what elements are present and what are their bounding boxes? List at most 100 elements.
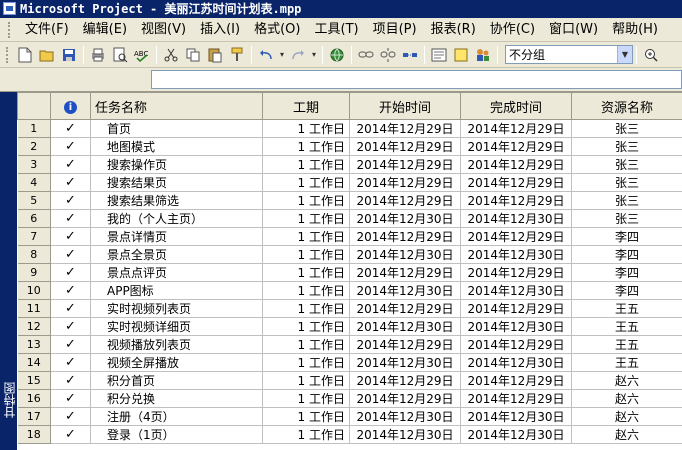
menu-item-9[interactable]: 窗口(W)	[542, 19, 605, 41]
task-name-cell[interactable]: 积分首页	[90, 371, 263, 390]
start-date-cell[interactable]: 2014年12月29日	[349, 137, 461, 156]
finish-date-cell[interactable]: 2014年12月29日	[460, 299, 572, 318]
row-number[interactable]: 11	[17, 299, 51, 318]
finish-date-cell[interactable]: 2014年12月30日	[460, 281, 572, 300]
duration-cell[interactable]: 1 工作日	[262, 299, 350, 318]
task-name-cell[interactable]: 注册（4页）	[90, 407, 263, 426]
table-row[interactable]: 8 ✓ 景点全景页 1 工作日 2014年12月30日 2014年12月30日 李四	[17, 245, 682, 264]
duration-cell[interactable]: 1 工作日	[262, 227, 350, 246]
finish-date-cell[interactable]: 2014年12月29日	[460, 335, 572, 354]
table-row[interactable]: 14 ✓ 视频全屏播放 1 工作日 2014年12月30日 2014年12月30日 王五	[17, 353, 682, 372]
print-icon[interactable]	[88, 45, 108, 65]
task-name-cell[interactable]: APP图标	[90, 281, 263, 300]
duration-cell[interactable]: 1 工作日	[262, 191, 350, 210]
finish-date-cell[interactable]: 2014年12月29日	[460, 263, 572, 282]
finish-date-cell[interactable]: 2014年12月30日	[460, 353, 572, 372]
table-row[interactable]: 18 ✓ 登录（1页） 1 工作日 2014年12月30日 2014年12月30日 赵六	[17, 425, 682, 444]
task-name-cell[interactable]: 我的（个人主页）	[90, 209, 263, 228]
start-date-cell[interactable]: 2014年12月30日	[349, 353, 461, 372]
start-date-cell[interactable]: 2014年12月29日	[349, 227, 461, 246]
resource-cell[interactable]: 张三	[571, 173, 682, 192]
table-row[interactable]: 10 ✓ APP图标 1 工作日 2014年12月30日 2014年12月30日 李四	[17, 281, 682, 300]
resource-cell[interactable]: 赵六	[571, 407, 682, 426]
table-row[interactable]: 4 ✓ 搜索结果页 1 工作日 2014年12月29日 2014年12月29日 张三	[17, 173, 682, 192]
table-row[interactable]: 7 ✓ 景点详情页 1 工作日 2014年12月29日 2014年12月29日 李四	[17, 227, 682, 246]
row-number[interactable]: 6	[17, 209, 51, 228]
paste-icon[interactable]	[205, 45, 225, 65]
finish-date-cell[interactable]: 2014年12月30日	[460, 245, 572, 264]
resource-cell[interactable]: 赵六	[571, 389, 682, 408]
column-header-resource[interactable]: 资源名称	[571, 92, 682, 120]
view-bar[interactable]: 甘特图	[0, 92, 17, 450]
task-name-cell[interactable]: 搜索结果筛选	[90, 191, 263, 210]
menu-item-5[interactable]: 工具(T)	[307, 19, 365, 41]
row-number[interactable]: 5	[17, 191, 51, 210]
split-task-icon[interactable]	[400, 45, 420, 65]
finish-date-cell[interactable]: 2014年12月29日	[460, 227, 572, 246]
open-folder-icon[interactable]	[37, 45, 57, 65]
format-painter-icon[interactable]	[227, 45, 247, 65]
duration-cell[interactable]: 1 工作日	[262, 173, 350, 192]
table-row[interactable]: 13 ✓ 视频播放列表页 1 工作日 2014年12月29日 2014年12月29日 王五	[17, 335, 682, 354]
task-notes-icon[interactable]	[451, 45, 471, 65]
duration-cell[interactable]: 1 工作日	[262, 263, 350, 282]
resource-cell[interactable]: 王五	[571, 299, 682, 318]
table-row[interactable]: 6 ✓ 我的（个人主页） 1 工作日 2014年12月30日 2014年12月30日 张三	[17, 209, 682, 228]
task-name-cell[interactable]: 景点点评页	[90, 263, 263, 282]
menubar-grip[interactable]	[8, 21, 12, 38]
duration-cell[interactable]: 1 工作日	[262, 245, 350, 264]
row-number[interactable]: 2	[17, 137, 51, 156]
resource-cell[interactable]: 王五	[571, 317, 682, 336]
table-row[interactable]: 1 ✓ 首页 1 工作日 2014年12月29日 2014年12月29日 张三	[17, 119, 682, 138]
print-preview-icon[interactable]	[110, 45, 130, 65]
undo-icon[interactable]	[256, 45, 276, 65]
table-row[interactable]: 15 ✓ 积分首页 1 工作日 2014年12月29日 2014年12月29日 赵六	[17, 371, 682, 390]
row-number[interactable]: 1	[17, 119, 51, 138]
task-information-icon[interactable]	[429, 45, 449, 65]
start-date-cell[interactable]: 2014年12月29日	[349, 173, 461, 192]
table-row[interactable]: 2 ✓ 地图模式 1 工作日 2014年12月29日 2014年12月29日 张三	[17, 137, 682, 156]
duration-cell[interactable]: 1 工作日	[262, 137, 350, 156]
start-date-cell[interactable]: 2014年12月29日	[349, 389, 461, 408]
finish-date-cell[interactable]: 2014年12月29日	[460, 173, 572, 192]
start-date-cell[interactable]: 2014年12月29日	[349, 335, 461, 354]
resource-cell[interactable]: 李四	[571, 227, 682, 246]
start-date-cell[interactable]: 2014年12月30日	[349, 245, 461, 264]
column-header-finish[interactable]: 完成时间	[460, 92, 572, 120]
task-name-cell[interactable]: 登录（1页）	[90, 425, 263, 444]
spell-check-icon[interactable]: ABC	[132, 45, 152, 65]
link-tasks-icon[interactable]	[356, 45, 376, 65]
start-date-cell[interactable]: 2014年12月30日	[349, 317, 461, 336]
duration-cell[interactable]: 1 工作日	[262, 155, 350, 174]
row-number[interactable]: 10	[17, 281, 51, 300]
menu-item-0[interactable]: 文件(F)	[18, 19, 76, 41]
start-date-cell[interactable]: 2014年12月29日	[349, 191, 461, 210]
menu-item-7[interactable]: 报表(R)	[424, 19, 483, 41]
finish-date-cell[interactable]: 2014年12月30日	[460, 317, 572, 336]
start-date-cell[interactable]: 2014年12月29日	[349, 155, 461, 174]
zoom-in-icon[interactable]	[641, 45, 661, 65]
row-number[interactable]: 18	[17, 425, 51, 444]
resource-cell[interactable]: 王五	[571, 335, 682, 354]
task-name-cell[interactable]: 景点详情页	[90, 227, 263, 246]
unlink-tasks-icon[interactable]	[378, 45, 398, 65]
resource-cell[interactable]: 张三	[571, 191, 682, 210]
start-date-cell[interactable]: 2014年12月30日	[349, 281, 461, 300]
start-date-cell[interactable]: 2014年12月30日	[349, 209, 461, 228]
duration-cell[interactable]: 1 工作日	[262, 425, 350, 444]
start-date-cell[interactable]: 2014年12月30日	[349, 407, 461, 426]
menu-item-3[interactable]: 插入(I)	[193, 19, 247, 41]
select-all-corner[interactable]	[17, 92, 51, 120]
new-file-icon[interactable]	[15, 45, 35, 65]
task-name-cell[interactable]: 积分兑换	[90, 389, 263, 408]
redo-icon[interactable]	[288, 45, 308, 65]
row-number[interactable]: 15	[17, 371, 51, 390]
table-row[interactable]: 16 ✓ 积分兑换 1 工作日 2014年12月29日 2014年12月29日 赵六	[17, 389, 682, 408]
duration-cell[interactable]: 1 工作日	[262, 371, 350, 390]
task-name-cell[interactable]: 视频播放列表页	[90, 335, 263, 354]
row-number[interactable]: 8	[17, 245, 51, 264]
resource-cell[interactable]: 李四	[571, 263, 682, 282]
table-row[interactable]: 11 ✓ 实时视频列表页 1 工作日 2014年12月29日 2014年12月29日 王五	[17, 299, 682, 318]
cut-icon[interactable]	[161, 45, 181, 65]
column-header-task-name[interactable]: 任务名称	[90, 92, 263, 120]
